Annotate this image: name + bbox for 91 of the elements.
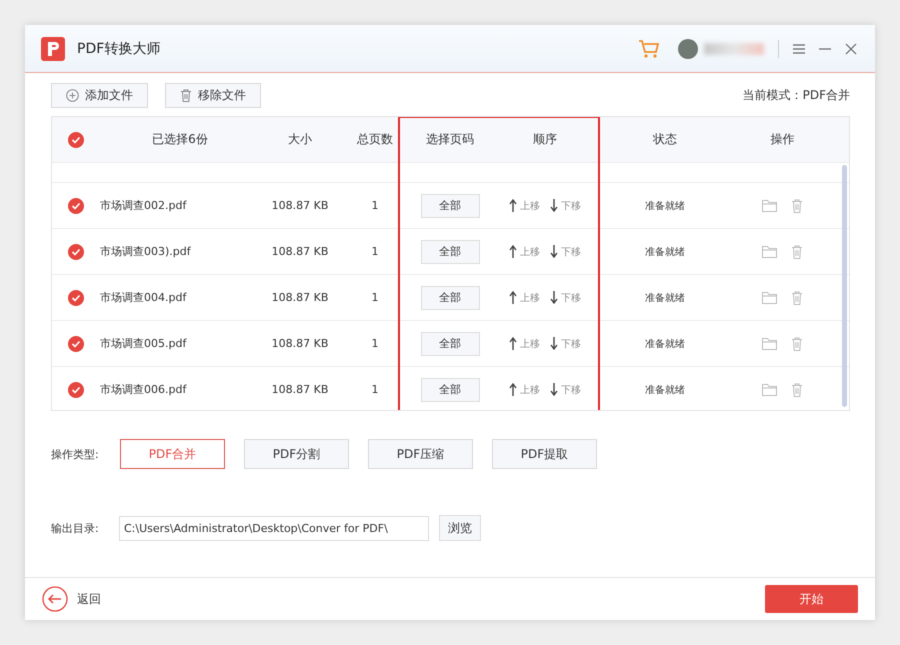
move-up-button[interactable]: 上移: [509, 290, 540, 304]
add-file-button[interactable]: 添加文件: [51, 83, 148, 108]
folder-icon[interactable]: [762, 383, 777, 396]
file-size: 108.87 KB: [272, 245, 328, 258]
check-circle-icon[interactable]: [68, 382, 84, 398]
column-header: 状态: [653, 132, 677, 146]
page-count: 1: [372, 245, 378, 258]
file-name: 市场调查004.pdf: [100, 291, 186, 304]
move-down-button[interactable]: 下移: [550, 244, 581, 258]
status-text: 准备就绪: [645, 200, 685, 212]
trash-icon[interactable]: [791, 382, 803, 396]
file-size: 108.87 KB: [272, 337, 328, 350]
back-button[interactable]: 返回: [42, 586, 101, 612]
down-arrow-icon: [550, 199, 558, 212]
column-header: 顺序: [533, 131, 557, 148]
page-range-button[interactable]: 全部: [420, 240, 480, 264]
down-arrow-icon: [550, 337, 558, 350]
trash-icon[interactable]: [791, 198, 803, 212]
folder-icon[interactable]: [762, 291, 777, 304]
folder-icon[interactable]: [762, 337, 777, 350]
window-title: PDF转换大师: [77, 40, 160, 58]
remove-file-button[interactable]: 移除文件: [165, 83, 261, 108]
page-count: 1: [372, 337, 378, 350]
move-down-button[interactable]: 下移: [550, 336, 581, 350]
operation-type-button[interactable]: PDF合并: [120, 439, 225, 469]
move-down-button[interactable]: 下移: [550, 382, 581, 396]
blurred-username: [704, 42, 764, 54]
check-circle-icon[interactable]: [68, 132, 84, 148]
file-size: 108.87 KB: [272, 199, 328, 212]
trash-icon: [180, 89, 192, 102]
operation-type-button[interactable]: PDF压缩: [368, 439, 473, 469]
move-up-button[interactable]: 上移: [509, 198, 540, 212]
move-up-button[interactable]: 上移: [509, 336, 540, 350]
column-header: 选择页码: [426, 131, 474, 148]
plus-circle-icon: [66, 89, 79, 102]
page-count: 1: [372, 383, 378, 396]
column-header: 已选择6份: [152, 132, 208, 146]
status-text: 准备就绪: [645, 338, 685, 350]
avatar-icon[interactable]: [678, 38, 698, 58]
current-mode-label: 当前模式：PDF合并: [742, 87, 850, 104]
status-text: 准备就绪: [645, 384, 685, 396]
column-header: 总页数: [357, 132, 393, 146]
file-name: 市场调查002.pdf: [100, 199, 186, 212]
status-text: 准备就绪: [645, 292, 685, 304]
page-range-button[interactable]: 全部: [420, 332, 480, 356]
cart-icon[interactable]: [638, 38, 660, 58]
down-arrow-icon: [550, 383, 558, 396]
menu-icon[interactable]: [793, 44, 805, 54]
down-arrow-icon: [550, 291, 558, 304]
column-header: 大小: [288, 132, 312, 146]
page-count: 1: [372, 291, 378, 304]
check-circle-icon[interactable]: [68, 336, 84, 352]
page-range-button[interactable]: 全部: [420, 286, 480, 310]
up-arrow-icon: [509, 383, 517, 396]
status-text: 准备就绪: [645, 246, 685, 258]
down-arrow-icon: [550, 245, 558, 258]
operation-type-button[interactable]: PDF分割: [244, 439, 349, 469]
operation-type-button[interactable]: PDF提取: [492, 439, 597, 469]
output-path-field[interactable]: C:\Users\Administrator\Desktop\Conver for PDF\: [119, 516, 429, 540]
page-range-button[interactable]: 全部: [420, 194, 480, 218]
folder-icon[interactable]: [762, 199, 777, 212]
check-circle-icon[interactable]: [68, 198, 84, 214]
up-arrow-icon: [509, 199, 517, 212]
page-count: 1: [372, 199, 378, 212]
move-up-button[interactable]: 上移: [509, 382, 540, 396]
up-arrow-icon: [509, 245, 517, 258]
logo-icon: [41, 36, 65, 60]
check-circle-icon[interactable]: [68, 244, 84, 260]
trash-icon[interactable]: [791, 336, 803, 350]
trash-icon[interactable]: [791, 244, 803, 258]
operation-type-label: 操作类型:: [51, 446, 100, 462]
output-directory-label: 输出目录:: [51, 520, 100, 536]
trash-icon[interactable]: [791, 290, 803, 304]
move-up-button[interactable]: 上移: [509, 244, 540, 258]
up-arrow-icon: [509, 291, 517, 304]
close-icon[interactable]: [845, 42, 857, 54]
file-size: 108.87 KB: [272, 291, 328, 304]
file-name: 市场调查003).pdf: [100, 245, 191, 258]
page-range-button[interactable]: 全部: [420, 378, 480, 402]
file-name: 市场调查005.pdf: [100, 337, 186, 350]
file-name: 市场调查006.pdf: [100, 383, 186, 396]
move-down-button[interactable]: 下移: [550, 198, 581, 212]
scrollbar[interactable]: [842, 165, 847, 407]
column-header: 操作: [770, 131, 794, 148]
file-size: 108.87 KB: [272, 383, 328, 396]
check-circle-icon[interactable]: [68, 290, 84, 306]
up-arrow-icon: [509, 337, 517, 350]
start-button[interactable]: 开始: [765, 585, 858, 613]
browse-button[interactable]: 浏览: [439, 515, 481, 541]
folder-icon[interactable]: [762, 245, 777, 258]
move-down-button[interactable]: 下移: [550, 290, 581, 304]
